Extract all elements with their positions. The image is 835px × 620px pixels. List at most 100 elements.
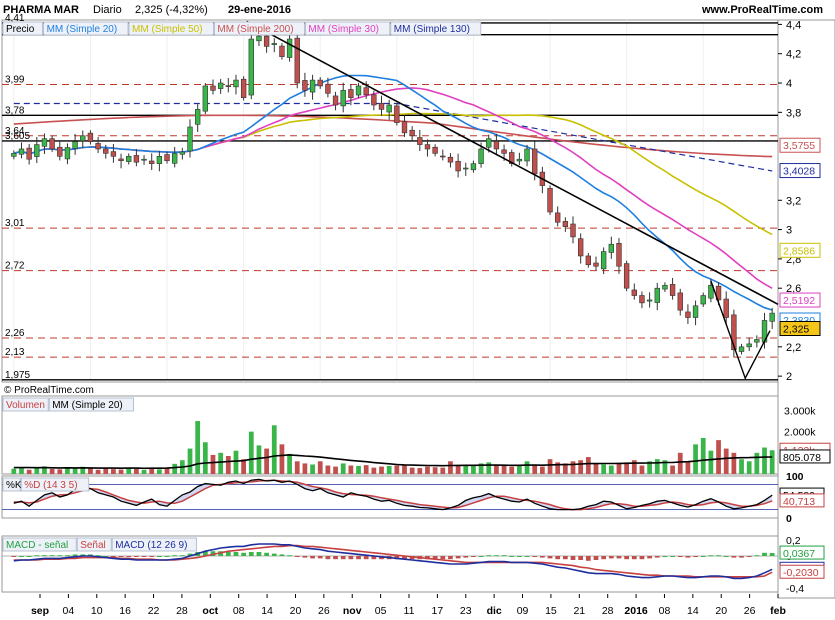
macd-histogram-bar — [670, 556, 675, 557]
macd-histogram-bar — [225, 552, 231, 556]
macd-histogram-bar — [256, 552, 262, 556]
x-axis-label: 14 — [261, 605, 273, 617]
price-value-label: 3,5755 — [783, 140, 815, 152]
volume-bar — [95, 469, 101, 474]
macd-histogram-bar — [700, 556, 706, 557]
x-axis-label: 08 — [233, 605, 245, 617]
candle-body — [202, 85, 209, 112]
volume-axis-label: 3.000k — [784, 405, 816, 417]
stoch-axis-label: 0 — [786, 513, 792, 525]
macd-histogram-bar — [471, 556, 476, 557]
volume-bar — [670, 465, 675, 474]
candle-body — [662, 284, 668, 290]
volume-bar — [654, 459, 660, 474]
candle-body — [363, 87, 369, 96]
macd-histogram-bar — [769, 553, 775, 556]
volume-bar — [402, 464, 407, 474]
volume-bar — [631, 460, 637, 474]
volume-value-label: 805.078 — [783, 452, 821, 464]
x-axis-label: 05 — [375, 605, 387, 617]
price-value-label: 2,5192 — [783, 295, 815, 307]
volume-bar — [570, 461, 576, 474]
volume-bar — [517, 465, 522, 474]
macd-histogram-bar — [578, 556, 584, 560]
macd-histogram-bar — [608, 556, 614, 559]
candle-body — [685, 311, 691, 318]
candle — [294, 34, 300, 89]
macd-histogram-bar — [264, 552, 269, 556]
chart-window: PHARMA MAR Diario 2,325 (-4,32%) 29-ene-… — [0, 0, 835, 620]
macd-value-label: -0,2030 — [783, 567, 819, 579]
x-axis-label: 26 — [744, 605, 756, 617]
volume-bar — [731, 452, 737, 474]
candle-body — [478, 148, 484, 164]
candle-body — [256, 35, 262, 42]
legend-label: MACD (12 26 9) — [115, 540, 187, 551]
x-axis-label: dic — [487, 605, 502, 617]
level-label: 1,975 — [5, 370, 30, 381]
macd-histogram-bar — [34, 555, 40, 557]
candle-body — [217, 82, 224, 89]
macd-histogram-bar — [532, 556, 538, 557]
panel-frame-0 — [1, 19, 779, 383]
price-value-label: 2,325 — [783, 324, 809, 336]
volume-bar — [325, 465, 331, 474]
macd-histogram-bar — [739, 556, 744, 558]
macd-histogram-bar — [708, 555, 714, 557]
volume-bar — [310, 464, 315, 474]
stoch-value-label: 40,713 — [783, 496, 815, 508]
candle-body — [417, 137, 423, 145]
candle-body — [593, 262, 599, 267]
volume-bar — [455, 465, 461, 474]
candle-body — [424, 144, 431, 150]
legend-label: Volumen — [6, 400, 45, 411]
x-axis-label: 21 — [573, 605, 585, 617]
candle-body — [141, 158, 147, 161]
candle-body — [746, 343, 752, 348]
candle — [202, 83, 209, 115]
chart-svg[interactable]: 4,414,333,993,783,643,6053,012,722,262,1… — [0, 0, 835, 620]
volume-bar — [501, 465, 507, 474]
candle-body — [233, 79, 239, 88]
macd-histogram-bar — [233, 552, 239, 556]
macd-histogram-bar — [639, 556, 645, 560]
candle-body — [72, 141, 78, 149]
legend-label: MM (Simple 50) — [132, 24, 203, 35]
macd-histogram-bar — [294, 556, 300, 557]
volume-bar — [34, 468, 40, 474]
x-axis-label: 14 — [687, 605, 699, 617]
volume-bar — [187, 448, 193, 474]
candle-body — [409, 129, 415, 137]
macd-histogram-bar — [325, 556, 331, 560]
volume-bar — [509, 466, 515, 474]
volume-bar — [233, 450, 239, 474]
candle-body — [738, 346, 745, 352]
candle-body — [49, 138, 55, 150]
candle-body — [80, 135, 86, 142]
candle-body — [164, 154, 170, 161]
candle-body — [555, 212, 561, 223]
macd-histogram-bar — [440, 556, 446, 560]
candle-body — [118, 158, 124, 161]
price-axis-label: 4,4 — [786, 19, 801, 31]
legend-label: MM (Simple 20) — [52, 400, 123, 411]
level-label: 3,01 — [5, 218, 25, 229]
volume-bar — [156, 469, 162, 474]
volume-bar — [524, 461, 530, 474]
volume-bar — [149, 468, 155, 474]
candle — [240, 76, 247, 101]
macd-histogram-bar — [302, 556, 308, 558]
volume-bar — [363, 465, 369, 474]
level-label: 2,26 — [5, 328, 25, 339]
level-label: 3,99 — [5, 74, 25, 85]
candle-body — [110, 151, 117, 157]
candle-body — [126, 155, 132, 162]
candle-body — [493, 141, 500, 150]
macd-histogram-bar — [631, 556, 637, 560]
price-axis-label: 4,2 — [786, 49, 801, 61]
candle-body — [263, 35, 270, 47]
macd-histogram-bar — [624, 556, 630, 560]
candle-body — [440, 155, 446, 158]
macd-histogram-bar — [539, 556, 545, 558]
macd-histogram-bar — [363, 556, 369, 560]
